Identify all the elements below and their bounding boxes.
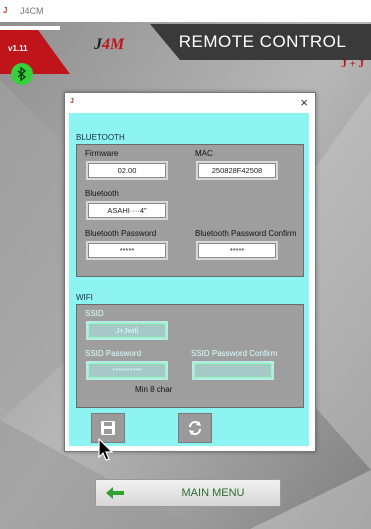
dialog-body: BLUETOOTH Firmware 02.00 MAC 250828F4250… [69,113,309,446]
ssid-password-field[interactable]: ********** [86,361,168,380]
arrow-left-icon [106,487,124,499]
ssid-password-confirm-field[interactable] [192,361,274,380]
settings-dialog: J × BLUETOOTH Firmware 02.00 MAC 250828F… [64,92,316,452]
brand-logo: J + J [341,58,364,70]
bluetooth-password-confirm-field[interactable]: ***** [196,241,278,260]
bluetooth-icon[interactable] [11,63,33,85]
bluetooth-name-label: Bluetooth [85,189,119,198]
dialog-header: J × [65,93,315,113]
app-icon: J [3,6,8,15]
wifi-section-heading: WIFI [76,293,93,302]
bluetooth-password-label: Bluetooth Password [85,229,157,238]
app-logo: J4M [94,36,125,53]
mac-label: MAC [195,149,213,158]
bluetooth-name-field[interactable]: ASAHI····4" [86,201,168,220]
ssid-label: SSID [85,309,104,318]
refresh-button[interactable] [178,413,212,443]
ssid-password-confirm-label: SSID Password Confirm [191,349,278,358]
main-menu-label: MAIN MENU [181,487,245,499]
ssid-password-label: SSID Password [85,349,142,358]
mouse-cursor-icon [98,438,114,461]
window-titlebar: J J4CM [0,0,371,22]
firmware-label: Firmware [85,149,119,158]
bluetooth-section-heading: BLUETOOTH [76,133,125,142]
close-button[interactable]: × [300,95,308,110]
mac-field: 250828F42508 [196,161,278,180]
window-title: J4CM [20,6,44,16]
main-menu-button[interactable]: MAIN MENU [95,479,281,507]
refresh-icon [189,421,201,435]
min-char-note: Min 8 char [135,385,173,394]
wifi-panel: SSID J+Jwifi SSID Password ********** SS… [76,304,304,408]
bluetooth-password-field[interactable]: ***** [86,241,168,260]
dialog-app-icon: J [70,98,74,105]
version-label: v1.11 [8,44,28,53]
page-title: REMOTE CONTROL [178,32,347,51]
bluetooth-panel: Firmware 02.00 MAC 250828F42508 Bluetoot… [76,144,304,277]
save-icon [101,421,115,435]
bluetooth-password-confirm-label: Bluetooth Password Confirm [195,229,297,238]
ssid-field[interactable]: J+Jwifi [86,321,168,340]
firmware-field: 02.00 [86,161,168,180]
